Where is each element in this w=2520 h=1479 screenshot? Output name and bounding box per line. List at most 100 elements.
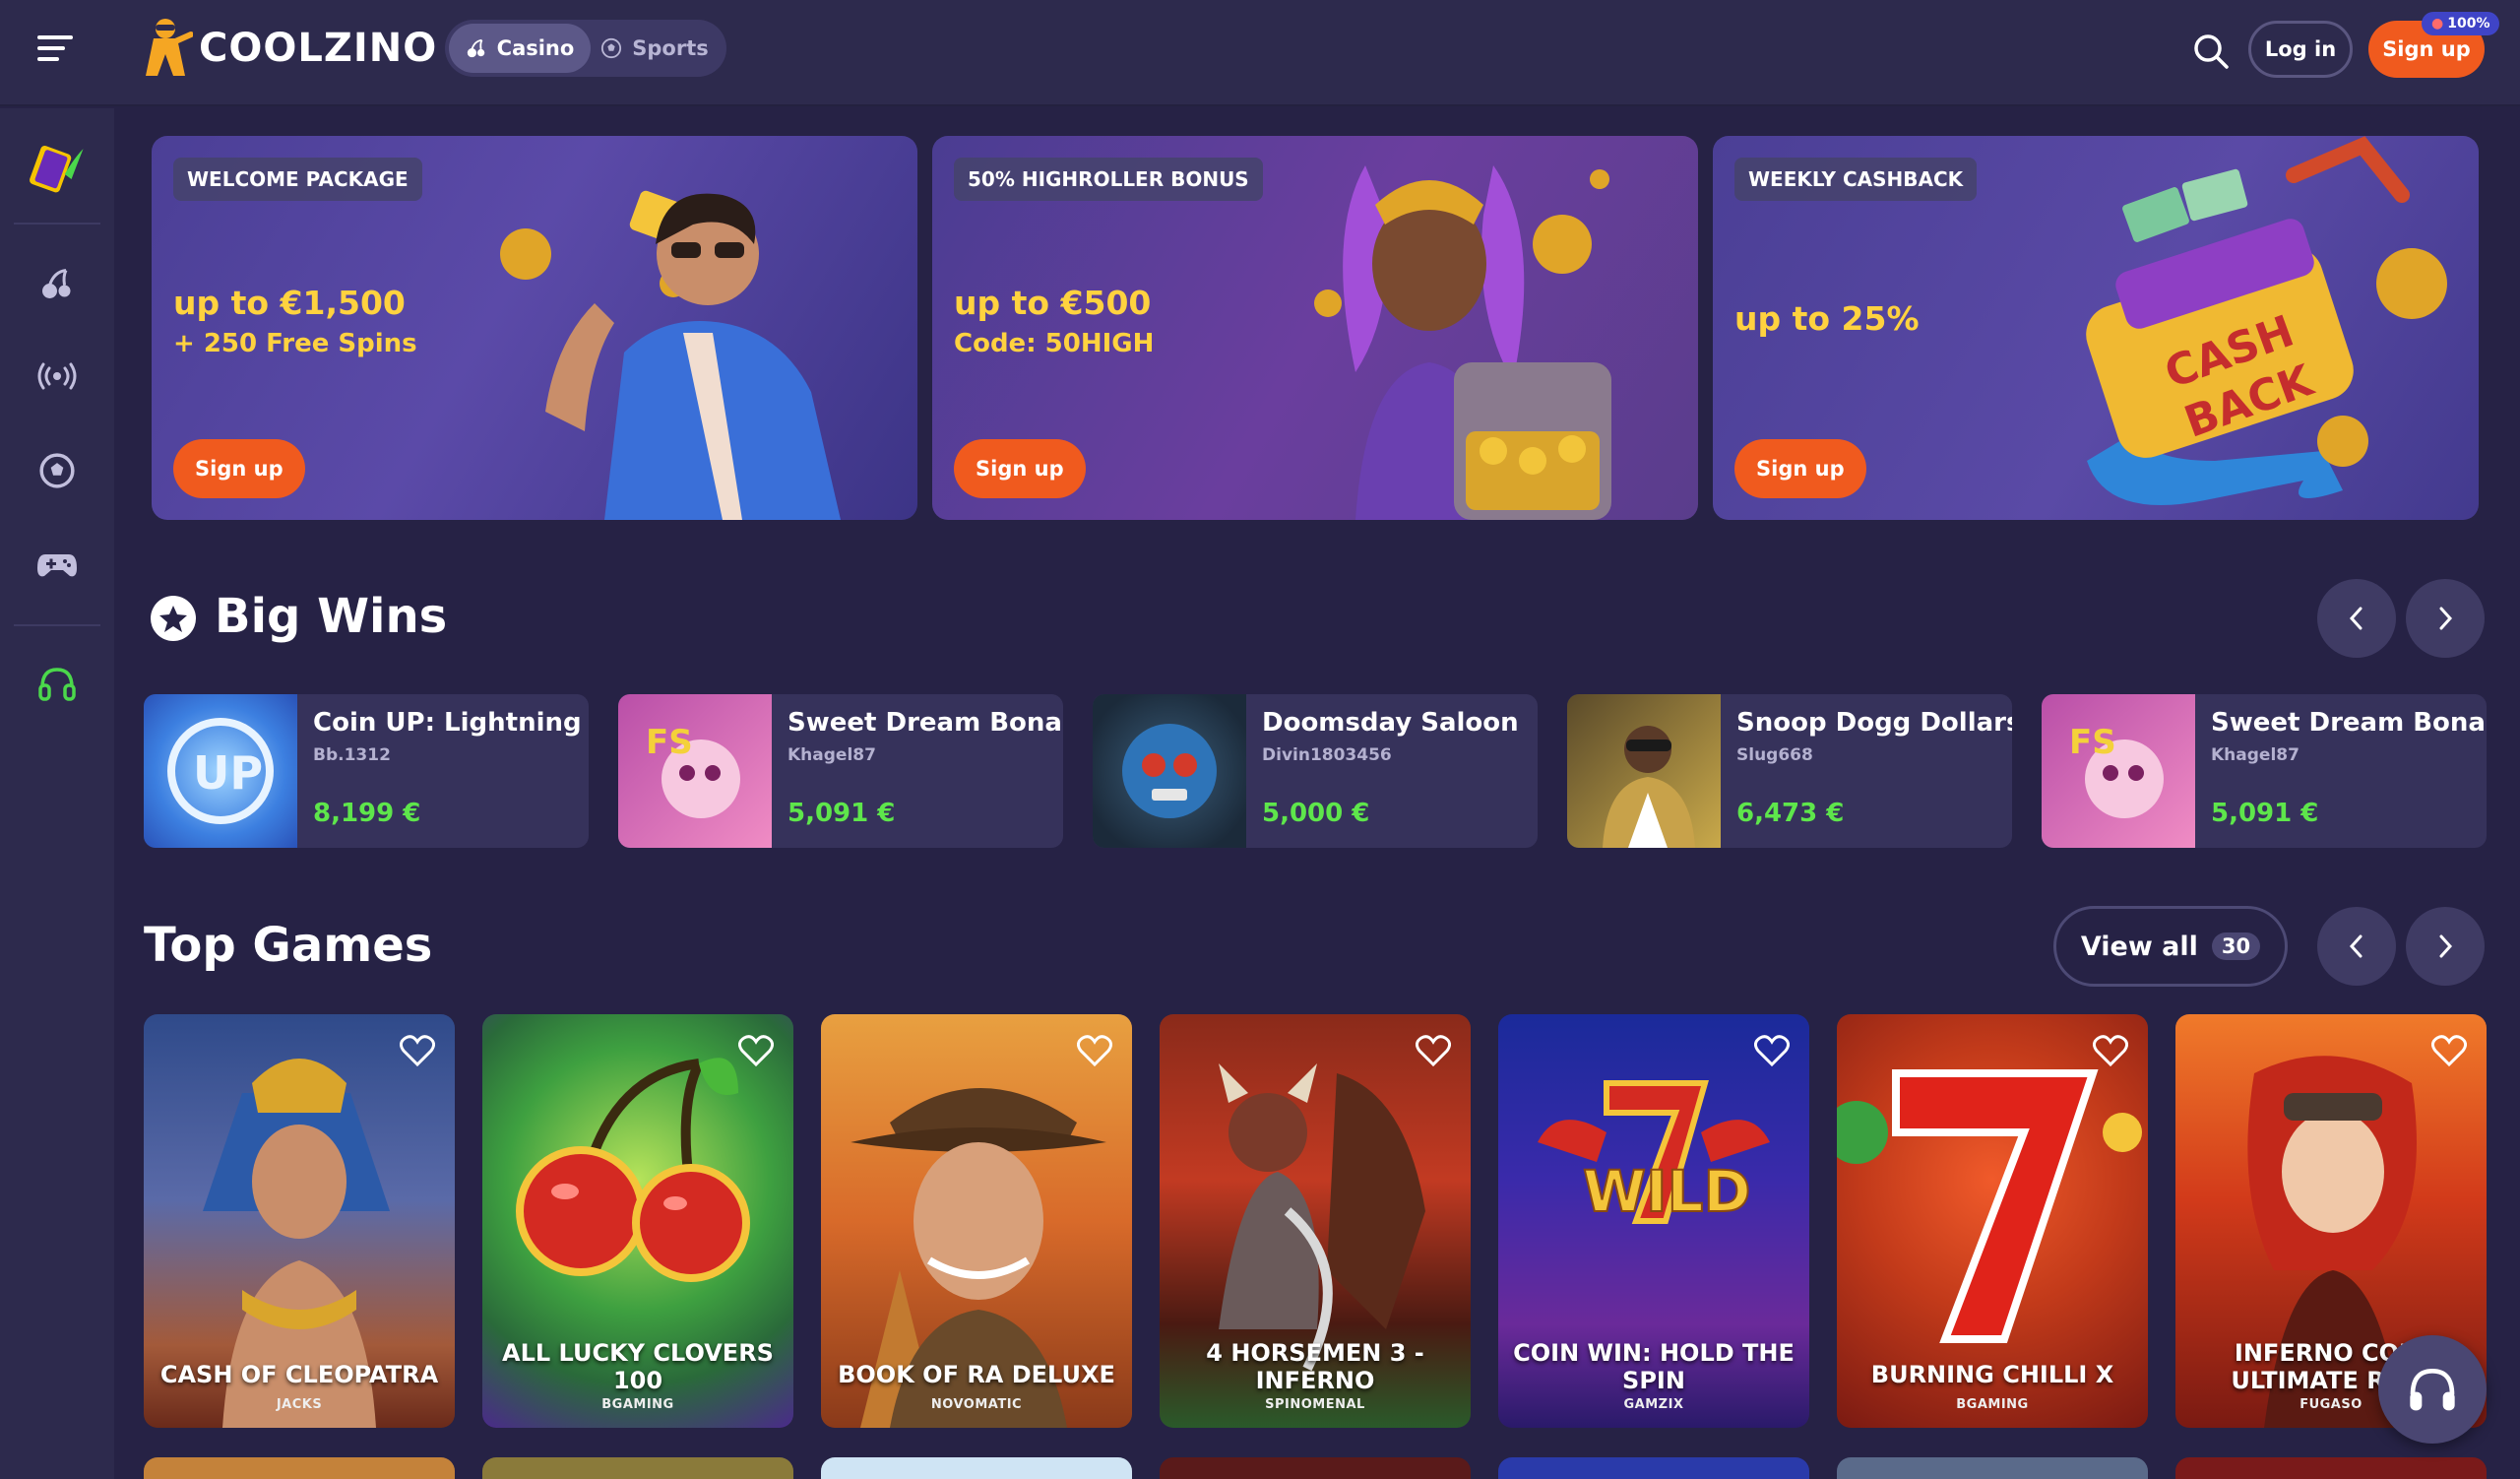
win-amount: 5,091 € [2211,799,2319,828]
search-icon[interactable] [2191,32,2231,71]
win-game-name: Coin UP: Lightning [313,708,582,738]
support-headphones-icon[interactable] [28,654,87,713]
game-name: ALL LUCKY CLOVERS 100 [502,1339,774,1394]
svg-text:FS: FS [646,723,693,762]
top-games-next-button[interactable] [2406,907,2485,986]
view-all-count: 30 [2211,932,2261,960]
promo-signup-button[interactable]: Sign up [954,439,1086,498]
game-name: CASH OF CLEOPATRA [159,1361,439,1388]
favorite-heart-icon[interactable] [1415,1034,1452,1067]
game-tile[interactable]: BURNING CHILLI X BGAMING [1837,1014,2148,1428]
favorite-heart-icon[interactable] [737,1034,775,1067]
big-win-card[interactable]: Snoop Dogg Dollars Slug668 6,473 € [1567,694,2012,848]
game-provider: BGAMING [601,1397,674,1412]
left-sidebar [0,108,114,1479]
tab-sports[interactable]: Sports [591,24,719,73]
live-broadcast-icon[interactable] [28,347,87,406]
game-provider: BGAMING [1956,1397,2029,1412]
mode-switch: Casino Sports [445,20,726,77]
promo-highroller-illustration [1314,165,1611,520]
tab-casino[interactable]: Casino [449,24,591,73]
promo-headline: up to €500 [954,284,1152,322]
tab-casino-label: Casino [496,36,575,60]
promo-card-icon[interactable] [28,138,87,197]
game-tile-peek [482,1457,793,1479]
game-tile[interactable]: WILD COIN WIN: HOLD THE SPIN GAMZIX [1498,1014,1809,1428]
game-name: 4 HORSEMEN 3 - INFERNO [1206,1339,1424,1394]
signup-badge-text: 100% [2447,16,2490,32]
game-provider: NOVOMATIC [930,1397,1023,1412]
game-name: COIN WIN: HOLD THE SPIN [1513,1339,1795,1394]
promo-subline: + 250 Free Spins [173,329,417,358]
promo-tag: WEEKLY CASHBACK [1734,158,1978,201]
favorite-heart-icon[interactable] [2092,1034,2129,1067]
trophy-star-icon [150,595,197,642]
game-tile-peek [2175,1457,2487,1479]
favorite-heart-icon[interactable] [399,1034,436,1067]
chevron-left-icon [2349,934,2362,958]
promo-welcome-illustration [500,190,841,520]
promo-cashback-illustration: CASH BACK [2086,136,2447,505]
logo[interactable]: COOLZINO [144,14,437,83]
menu-icon[interactable] [37,35,73,65]
game-provider: JACKS [276,1397,323,1412]
game-tile[interactable]: CASH OF CLEOPATRA JACKS [144,1014,455,1428]
game-thumbnail: FS [618,694,772,848]
big-win-card[interactable]: UP Coin UP: Lightning Bb.1312 8,199 € [144,694,589,848]
promo-banner-highroller[interactable]: 50% HIGHROLLER BONUS up to €500 Code: 50… [932,136,1698,520]
support-chat-button[interactable] [2378,1335,2487,1444]
big-wins-next-button[interactable] [2406,579,2485,658]
promo-banner-welcome[interactable]: WELCOME PACKAGE up to €1,500 + 250 Free … [152,136,917,520]
big-win-card[interactable]: Doomsday Saloon Divin1803456 5,000 € [1093,694,1538,848]
svg-text:UP: UP [193,746,263,800]
game-name: BOOK OF RA DELUXE [838,1361,1115,1388]
game-tile-peek [144,1457,455,1479]
cherry-icon [467,38,484,58]
promo-banner-cashback[interactable]: CASH BACK WEEKLY CASHBACK up to 25% Sign… [1713,136,2479,520]
favorite-heart-icon[interactable] [2430,1034,2468,1067]
rocket-icon: ● [2431,16,2444,32]
big-win-card[interactable]: FS Sweet Dream Bonanz... Khagel87 5,091 … [2042,694,2487,848]
big-win-card[interactable]: FS Sweet Dream Bonanz... Khagel87 5,091 … [618,694,1063,848]
game-thumbnail [1093,694,1246,848]
promo-headline: up to €1,500 [173,284,406,322]
top-games-title: Top Games [144,918,433,973]
headphones-icon [2410,1368,2455,1411]
promo-tag: WELCOME PACKAGE [173,158,422,201]
login-button[interactable]: Log in [2248,21,2353,78]
win-amount: 5,091 € [788,799,896,828]
win-username: Khagel87 [2211,745,2300,765]
win-username: Khagel87 [788,745,876,765]
win-username: Slug668 [1736,745,1813,765]
chevron-right-icon [2439,607,2453,630]
logo-mascot-icon [144,17,194,80]
game-tile-peek [1837,1457,2148,1479]
casino-cherry-icon[interactable] [28,254,87,313]
game-tile[interactable]: ALL LUCKY CLOVERS 100 BGAMING [482,1014,793,1428]
favorite-heart-icon[interactable] [1753,1034,1791,1067]
game-tile[interactable]: BOOK OF RA DELUXE NOVOMATIC [821,1014,1132,1428]
tab-sports-label: Sports [632,36,709,60]
win-game-name: Snoop Dogg Dollars [1736,708,2012,738]
game-tile-peek [1498,1457,1809,1479]
sidebar-divider [14,223,100,225]
game-tile[interactable]: 4 HORSEMEN 3 - INFERNO SPINOMENAL [1160,1014,1471,1428]
logo-text: COOLZINO [199,26,438,71]
promo-signup-button[interactable]: Sign up [1734,439,1866,498]
top-games-prev-button[interactable] [2317,907,2396,986]
soccer-ball-icon [601,37,622,59]
chevron-left-icon [2349,607,2362,630]
view-all-button[interactable]: View all 30 [2053,906,2288,987]
game-thumbnail [1567,694,1721,848]
favorite-heart-icon[interactable] [1076,1034,1113,1067]
big-wins-prev-button[interactable] [2317,579,2396,658]
win-amount: 6,473 € [1736,799,1845,828]
sports-ball-icon[interactable] [28,441,87,500]
win-username: Divin1803456 [1262,745,1392,765]
promo-signup-button[interactable]: Sign up [173,439,305,498]
top-header: COOLZINO Casino Sports Log in Sign up ● … [0,0,2520,106]
game-name: BURNING CHILLI X [1870,1361,2114,1388]
game-tile-peek [1160,1457,1471,1479]
game-provider: SPINOMENAL [1265,1397,1365,1412]
gamepad-icon[interactable] [28,536,87,595]
